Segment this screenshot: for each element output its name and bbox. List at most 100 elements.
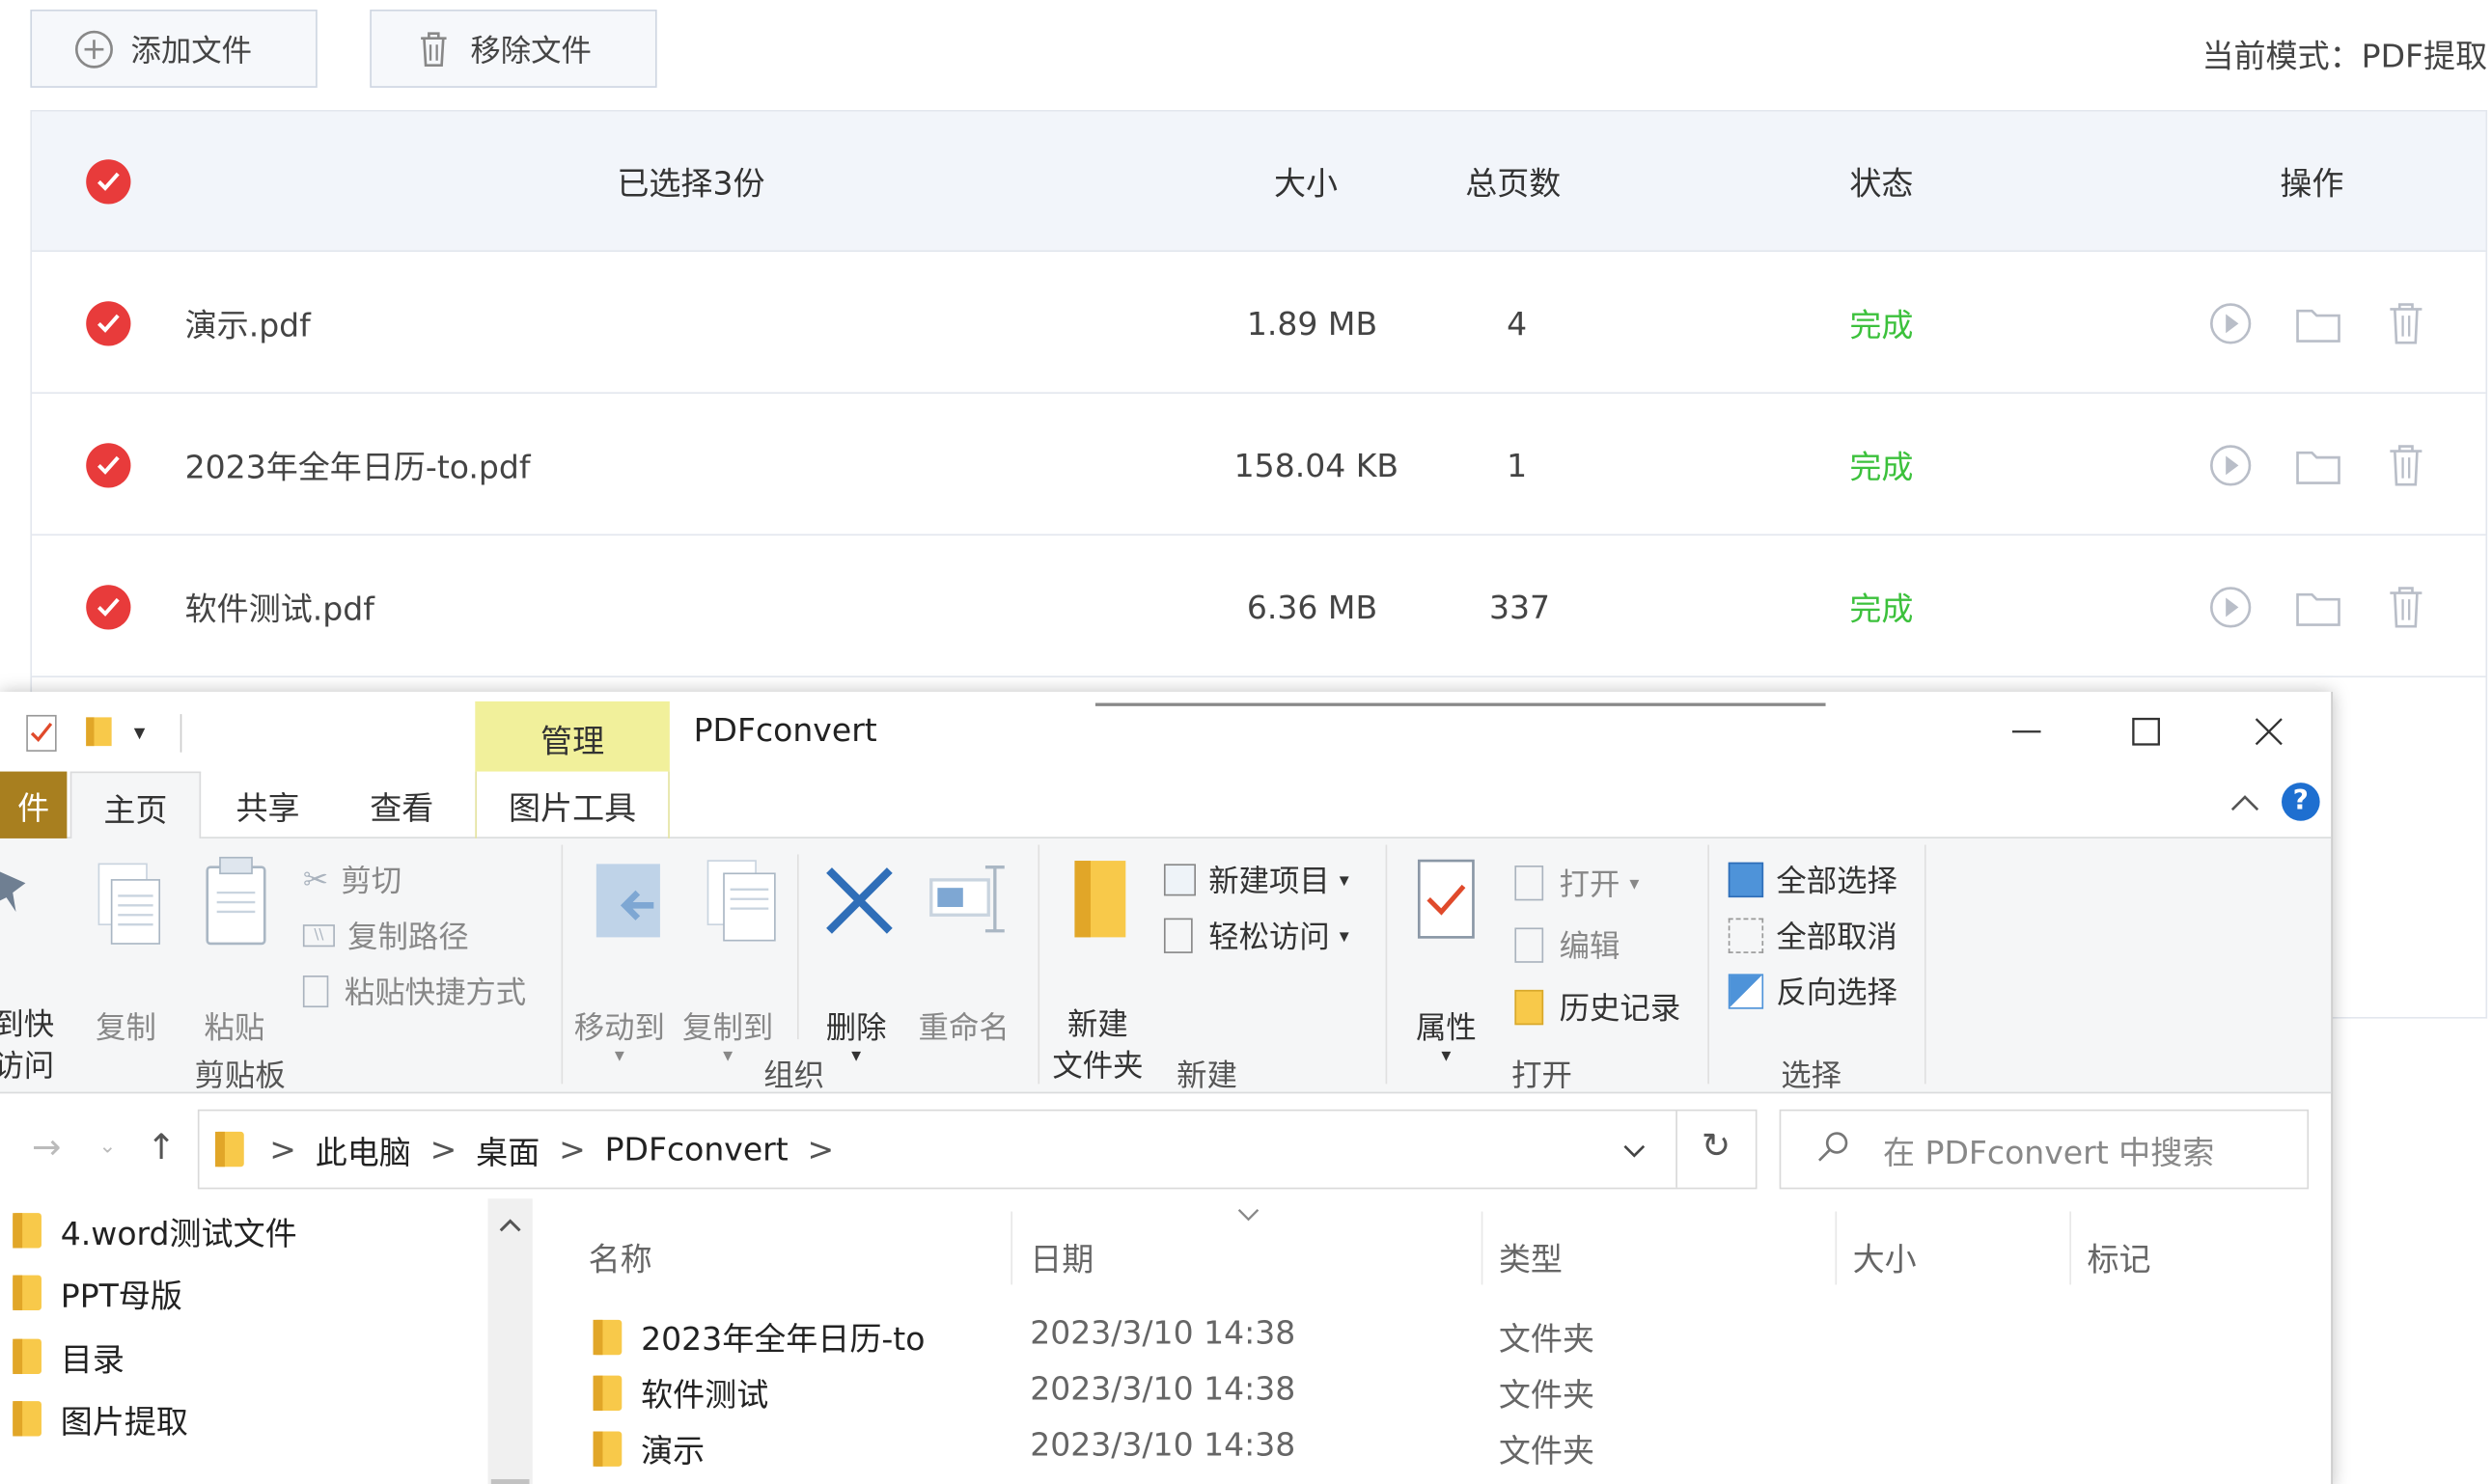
search-input[interactable]: 在 PDFconvert 中搜索 bbox=[1779, 1109, 2310, 1190]
tab-manage-context[interactable]: 管理 bbox=[475, 701, 670, 775]
new-item-button[interactable]: 新建项目 ▾ bbox=[1163, 858, 1349, 901]
row-checkbox[interactable] bbox=[86, 585, 131, 630]
history-button[interactable]: 历史记录 bbox=[1514, 985, 1680, 1029]
qat-dropdown-icon[interactable]: ▾ bbox=[134, 721, 146, 746]
remove-file-button[interactable]: 移除文件 bbox=[370, 9, 657, 88]
copy-button[interactable]: 复制 bbox=[96, 1004, 156, 1048]
play-icon[interactable] bbox=[2206, 537, 2255, 676]
row-checkbox[interactable] bbox=[86, 443, 131, 488]
help-icon[interactable]: ? bbox=[2282, 783, 2320, 821]
close-icon[interactable] bbox=[2255, 717, 2284, 752]
address-dropdown-icon[interactable] bbox=[1621, 1130, 1647, 1168]
check-icon bbox=[97, 597, 120, 617]
table-row[interactable]: 软件测试.pdf 6.36 MB 337 完成 bbox=[32, 537, 2486, 678]
invert-selection-button[interactable]: 反向选择 bbox=[1728, 969, 1897, 1012]
properties-button[interactable]: 属性 ▾ bbox=[1416, 1004, 1477, 1064]
navigation-pane: 4.word测试文件 PPT母版 目录 图片提取 bbox=[0, 1198, 537, 1484]
trash-icon[interactable] bbox=[2384, 537, 2428, 676]
shortcut-icon bbox=[302, 975, 329, 1007]
trash-icon[interactable] bbox=[2384, 396, 2428, 535]
nav-item[interactable]: PPT母版 bbox=[13, 1264, 182, 1321]
pin-quick-access-button[interactable]: 到快访问 bbox=[0, 1004, 54, 1087]
divider bbox=[1707, 844, 1709, 1085]
address-bar[interactable]: > 此电脑 > 桌面 > PDFconvert > ↻ bbox=[197, 1109, 1758, 1190]
column-tag[interactable]: 标记 bbox=[2087, 1234, 2150, 1280]
select-all-button[interactable]: 全部选择 bbox=[1728, 858, 1897, 901]
rename-button[interactable]: 重命名 bbox=[919, 1004, 1010, 1048]
rename-icon bbox=[928, 864, 1008, 940]
row-file-name: 软件测试.pdf bbox=[184, 590, 374, 628]
tab-view[interactable]: 查看 bbox=[370, 772, 433, 838]
collapse-ribbon-icon[interactable] bbox=[2229, 787, 2260, 826]
copy-to-button[interactable]: 复制到 ▾ bbox=[682, 1004, 773, 1064]
tab-home[interactable]: 主页 bbox=[69, 771, 202, 840]
column-date[interactable]: 日期 bbox=[1030, 1234, 1094, 1280]
properties-icon bbox=[1416, 858, 1480, 950]
table-row[interactable]: 演示.pdf 1.89 MB 4 完成 bbox=[32, 254, 2486, 395]
copy-path-button[interactable]: \\ 复制路径 bbox=[302, 914, 469, 957]
title-underline bbox=[1094, 702, 1826, 706]
row-checkbox[interactable] bbox=[86, 301, 131, 346]
file-explorer-window: ▾ 管理 PDFconvert 件 主页 共享 查看 图片工具 ? 到快访问 复… bbox=[0, 691, 2333, 1484]
cut-button[interactable]: ✂ 剪切 bbox=[303, 858, 401, 901]
folder-icon[interactable] bbox=[2294, 396, 2342, 535]
move-to-icon bbox=[590, 858, 670, 953]
trash-icon[interactable] bbox=[2384, 254, 2428, 393]
properties-qat-icon[interactable] bbox=[25, 714, 60, 758]
select-none-button[interactable]: 全部取消 bbox=[1728, 914, 1897, 957]
header-size: 大小 bbox=[1273, 164, 1339, 203]
folder-icon bbox=[13, 1275, 42, 1310]
nav-item[interactable]: 4.word测试文件 bbox=[13, 1202, 297, 1259]
paste-button[interactable]: 粘贴 bbox=[204, 1004, 264, 1048]
move-to-button[interactable]: 移动到 ▾ bbox=[574, 1004, 665, 1064]
add-file-button[interactable]: 添加文件 bbox=[30, 9, 318, 88]
up-arrow-icon[interactable]: ↑ bbox=[147, 1129, 176, 1168]
play-icon[interactable] bbox=[2206, 396, 2255, 535]
invert-selection-icon bbox=[1728, 973, 1764, 1008]
file-type: 文件夹 bbox=[1498, 1319, 1594, 1359]
list-item[interactable]: 演示 2023/3/10 14:38 文件夹 bbox=[593, 1418, 2268, 1472]
easy-access-button[interactable]: 轻松访问 ▾ bbox=[1163, 914, 1349, 957]
recent-dropdown-icon[interactable]: ⌄ bbox=[98, 1135, 116, 1159]
breadcrumb-pdfconvert[interactable]: PDFconvert bbox=[605, 1130, 789, 1168]
list-item[interactable]: 2023年全年日历-to 2023/3/10 14:38 文件夹 bbox=[593, 1307, 2268, 1361]
new-folder-button[interactable]: 新建 文件夹 bbox=[1052, 1004, 1143, 1087]
group-label-new: 新建 bbox=[1177, 1058, 1237, 1094]
folder-icon bbox=[13, 1213, 42, 1249]
list-item[interactable]: 软件测试 2023/3/10 14:38 文件夹 bbox=[593, 1362, 2268, 1416]
folder-qat-icon[interactable] bbox=[83, 714, 115, 756]
maximize-icon[interactable] bbox=[2132, 717, 2161, 752]
folder-icon[interactable] bbox=[2294, 537, 2342, 676]
edit-button[interactable]: 编辑 bbox=[1514, 923, 1620, 967]
breadcrumb-this-pc[interactable]: 此电脑 bbox=[316, 1126, 411, 1172]
file-date: 2023/3/10 14:38 bbox=[1030, 1369, 1296, 1408]
breadcrumb-desktop[interactable]: 桌面 bbox=[476, 1126, 540, 1172]
column-size[interactable]: 大小 bbox=[1853, 1234, 1917, 1280]
play-icon[interactable] bbox=[2206, 254, 2255, 393]
row-pages: 337 bbox=[1488, 587, 1551, 626]
divider bbox=[1835, 1211, 1838, 1285]
check-icon bbox=[97, 314, 120, 333]
column-name[interactable]: 名称 bbox=[589, 1234, 652, 1280]
scroll-thumb[interactable] bbox=[490, 1479, 530, 1484]
paste-shortcut-button[interactable]: 粘贴快捷方式 bbox=[302, 969, 526, 1012]
tab-share[interactable]: 共享 bbox=[235, 772, 299, 838]
refresh-icon[interactable]: ↻ bbox=[1702, 1127, 1731, 1167]
tab-file[interactable]: 件 bbox=[0, 771, 68, 838]
file-name: 2023年全年日历-to bbox=[641, 1319, 926, 1359]
select-all-checkbox[interactable] bbox=[86, 159, 131, 205]
scroll-up-icon[interactable] bbox=[497, 1212, 522, 1242]
nav-item[interactable]: 图片提取 bbox=[13, 1390, 188, 1447]
open-button[interactable]: 打开 ▾ bbox=[1514, 861, 1639, 904]
delete-button[interactable]: 删除 ▾ bbox=[826, 1004, 887, 1064]
nav-scrollbar[interactable] bbox=[487, 1198, 533, 1484]
nav-item[interactable]: 目录 bbox=[13, 1328, 125, 1385]
folder-icon[interactable] bbox=[2294, 254, 2342, 393]
table-row[interactable]: 2023年全年日历-to.pdf 158.04 KB 1 完成 bbox=[32, 396, 2486, 536]
row-pages: 4 bbox=[1507, 303, 1528, 343]
forward-arrow-icon[interactable]: → bbox=[32, 1129, 61, 1168]
minimize-icon[interactable] bbox=[2011, 707, 2041, 761]
tab-picture-tools[interactable]: 图片工具 bbox=[475, 771, 670, 838]
column-type[interactable]: 类型 bbox=[1499, 1234, 1563, 1280]
header-actions: 操作 bbox=[2280, 164, 2344, 203]
